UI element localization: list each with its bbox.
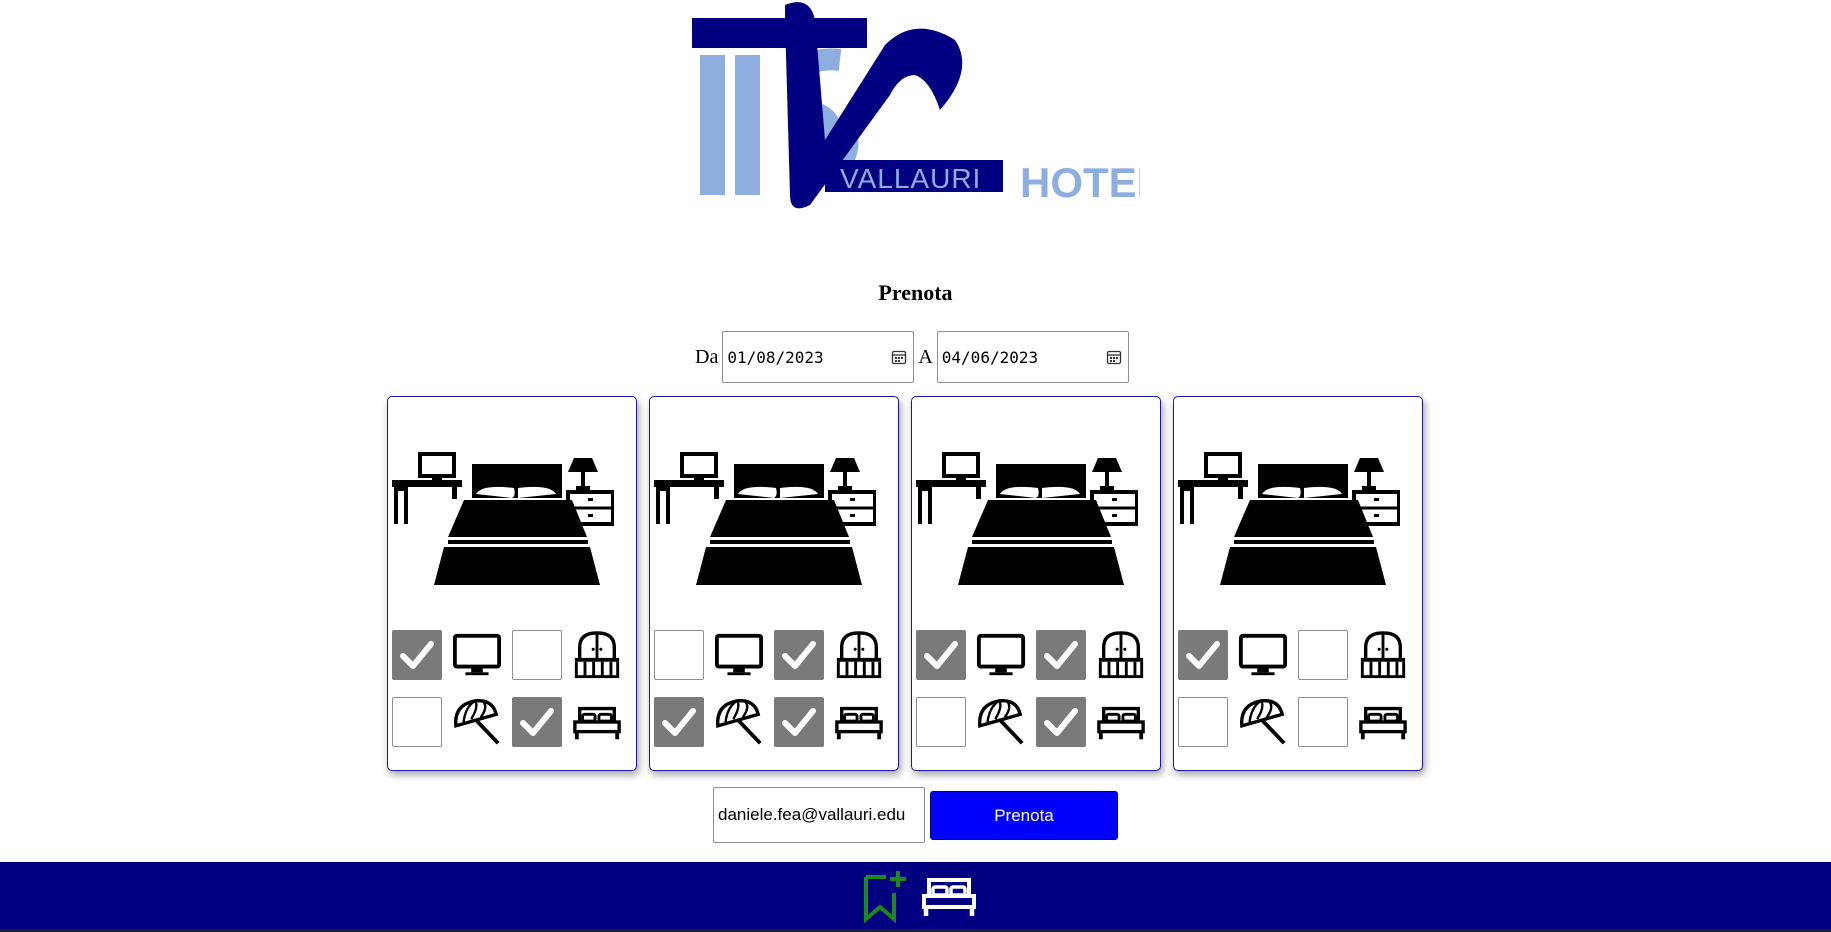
checkmark-icon <box>400 641 434 669</box>
checkmark-icon <box>662 708 696 736</box>
email-input[interactable] <box>713 787 925 843</box>
checkmark-icon <box>1044 641 1078 669</box>
double-bed-checkbox[interactable] <box>1298 697 1348 747</box>
tv-icon <box>1238 630 1288 680</box>
hotel-room-image <box>1178 452 1400 585</box>
sea-view-checkbox[interactable] <box>654 697 704 747</box>
double-bed-checkbox[interactable] <box>512 697 562 747</box>
amenities-grid <box>1178 630 1408 747</box>
checkmark-icon <box>782 708 816 736</box>
balcony-checkbox[interactable] <box>1036 630 1086 680</box>
balcony-checkbox[interactable] <box>774 630 824 680</box>
amenities-grid <box>654 630 884 747</box>
date-range: Da 01/08/2023 A 04/06/2023 <box>695 329 1129 385</box>
hotel-room-image <box>916 452 1138 585</box>
checkmark-icon <box>1044 708 1078 736</box>
room-card-4[interactable] <box>1173 396 1423 771</box>
tv-icon <box>714 630 764 680</box>
tv-checkbox[interactable] <box>1178 630 1228 680</box>
book-button[interactable]: Prenota <box>930 791 1118 840</box>
room-card-3[interactable] <box>911 396 1161 771</box>
tv-checkbox[interactable] <box>654 630 704 680</box>
from-date-value: 01/08/2023 <box>727 347 824 367</box>
sea-view-checkbox[interactable] <box>392 697 442 747</box>
double-bed-icon <box>1096 697 1146 747</box>
page-title: Prenota <box>878 280 953 305</box>
balcony-checkbox[interactable] <box>512 630 562 680</box>
checkmark-icon <box>1186 641 1220 669</box>
beach-umbrella-icon <box>714 697 764 747</box>
window-icon <box>572 630 622 680</box>
tv-checkbox[interactable] <box>392 630 442 680</box>
double-bed-checkbox[interactable] <box>1036 697 1086 747</box>
checkmark-icon <box>924 641 958 669</box>
tv-icon <box>976 630 1026 680</box>
room-list <box>387 396 1423 771</box>
amenities-grid <box>916 630 1146 747</box>
double-bed-icon <box>834 697 884 747</box>
checkmark-icon <box>782 641 816 669</box>
to-date-input[interactable]: 04/06/2023 <box>936 331 1129 383</box>
window-icon <box>1358 630 1408 680</box>
hotel-room-image <box>392 452 614 585</box>
sea-view-checkbox[interactable] <box>916 697 966 747</box>
bed-icon[interactable] <box>920 870 978 922</box>
tv-checkbox[interactable] <box>916 630 966 680</box>
room-card-1[interactable] <box>387 396 637 771</box>
amenities-grid <box>392 630 622 747</box>
checkmark-icon <box>520 708 554 736</box>
bottom-nav-bar <box>0 862 1831 932</box>
tv-icon <box>452 630 502 680</box>
beach-umbrella-icon <box>1238 697 1288 747</box>
svg-text:VALLAURI: VALLAURI <box>840 163 981 194</box>
beach-umbrella-icon <box>976 697 1026 747</box>
double-bed-icon <box>1358 697 1408 747</box>
double-bed-checkbox[interactable] <box>774 697 824 747</box>
room-card-2[interactable] <box>649 396 899 771</box>
hotel-room-image <box>654 452 876 585</box>
to-date-value: 04/06/2023 <box>941 347 1039 367</box>
window-icon <box>1096 630 1146 680</box>
calendar-icon[interactable] <box>891 349 907 365</box>
double-bed-icon <box>572 697 622 747</box>
balcony-checkbox[interactable] <box>1298 630 1348 680</box>
to-date-label: A <box>918 345 933 368</box>
from-date-input[interactable]: 01/08/2023 <box>722 331 915 383</box>
from-date-label: Da <box>695 345 719 368</box>
svg-text:HOTEL: HOTEL <box>1020 159 1140 206</box>
bookmark-add-icon[interactable] <box>860 867 908 923</box>
sea-view-checkbox[interactable] <box>1178 697 1228 747</box>
calendar-icon[interactable] <box>1106 349 1122 365</box>
beach-umbrella-icon <box>452 697 502 747</box>
hotel-logo: VALLAURI HOTEL <box>692 2 1140 209</box>
window-icon <box>834 630 884 680</box>
